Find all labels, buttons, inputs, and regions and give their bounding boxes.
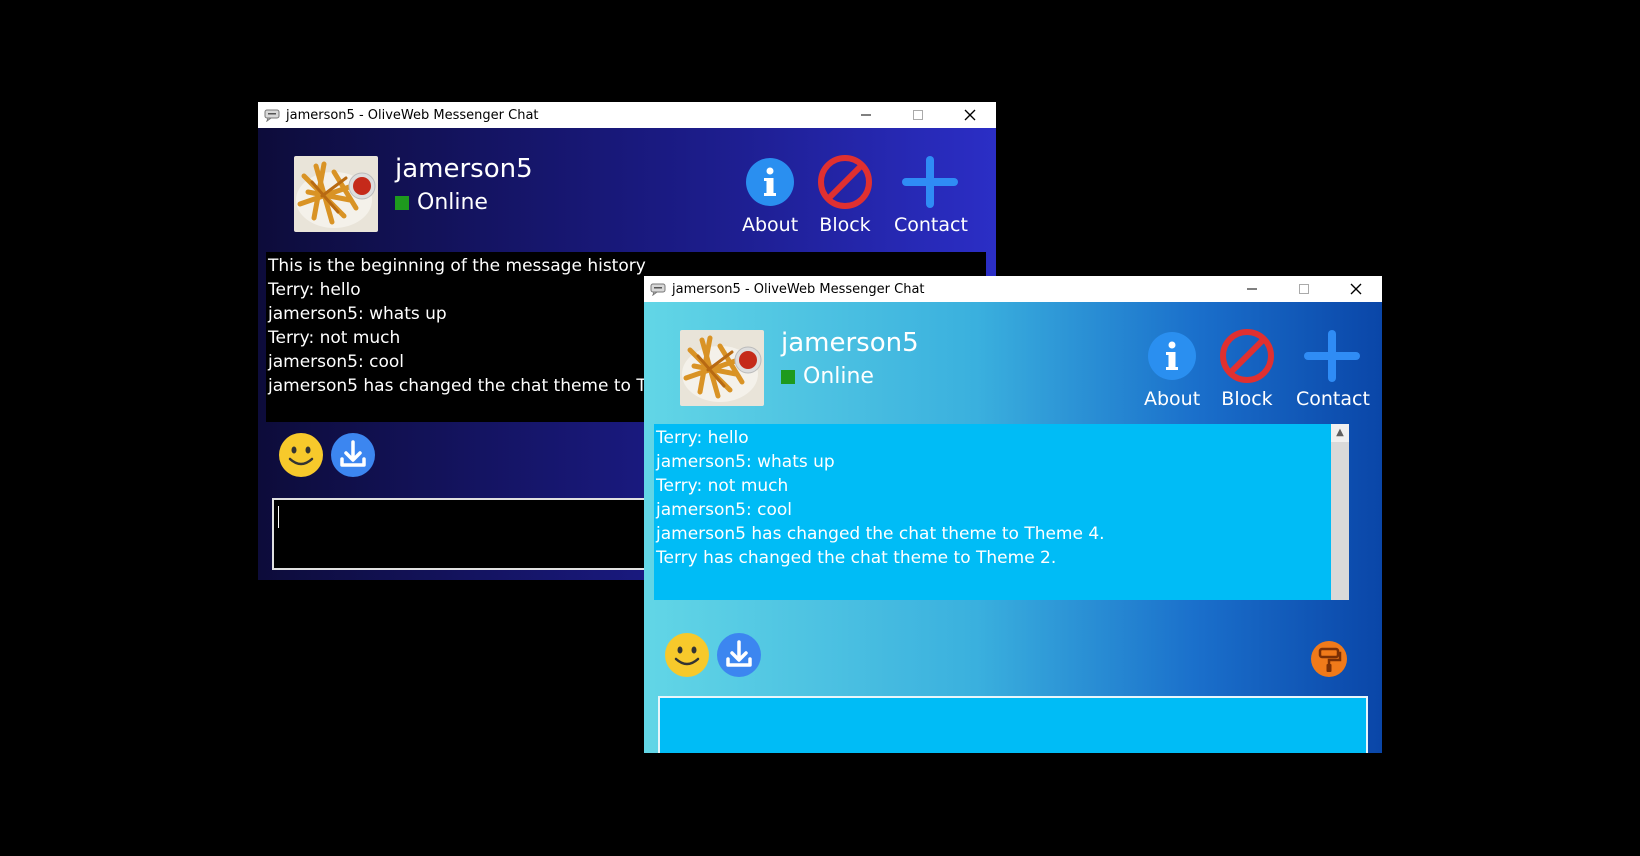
message: jamerson5: whats up [656,452,835,472]
block-label: Block [1221,388,1273,410]
plus-icon [902,156,958,208]
contact-label: Contact [894,214,968,236]
status-label: Online [803,364,874,389]
contact-status: Online [781,364,874,389]
avatar [680,330,764,406]
vertical-scrollbar[interactable]: ▲ [1331,424,1349,600]
minimize-button[interactable] [1226,276,1278,302]
block-button[interactable]: Block [816,155,874,236]
message-history[interactable]: Terry: hello jamerson5: whats up Terry: … [654,424,1349,600]
close-button[interactable] [944,102,996,128]
maximize-icon [913,110,923,120]
contact-button[interactable]: Contact [894,156,968,236]
online-indicator [781,369,795,384]
block-icon [818,155,872,209]
download-icon[interactable] [716,632,762,678]
message: This is the beginning of the message his… [268,256,646,276]
window-title: jamerson5 - OliveWeb Messenger Chat [672,281,925,297]
about-button[interactable]: About [1144,330,1200,410]
message-input[interactable] [658,696,1368,753]
block-label: Block [819,214,871,236]
status-label: Online [417,190,488,215]
text-caret [278,506,279,528]
info-icon [746,158,794,206]
smiley-icon[interactable] [664,632,710,678]
info-icon [1148,332,1196,380]
window-title: jamerson5 - OliveWeb Messenger Chat [286,107,539,123]
about-label: About [742,214,799,236]
contact-username: jamerson5 [781,328,919,358]
contact-username: jamerson5 [395,154,533,184]
title-bar[interactable]: jamerson5 - OliveWeb Messenger Chat [258,102,996,128]
contact-status: Online [395,190,488,215]
scroll-up-arrow-icon[interactable]: ▲ [1331,424,1349,442]
message: jamerson5: cool [656,500,792,520]
block-button[interactable]: Block [1218,329,1276,410]
block-icon [1220,329,1274,383]
download-icon[interactable] [330,432,376,478]
chat-bubble-icon [264,109,280,122]
chat-client-area: jamerson5 Online About Block Contact Ter… [644,302,1382,753]
message: jamerson5 has changed the chat theme to … [656,524,1105,544]
minimize-icon [1247,288,1257,290]
maximize-button[interactable] [892,102,944,128]
smiley-icon[interactable] [278,432,324,478]
online-indicator [395,195,409,210]
plus-icon [1304,330,1360,382]
close-button[interactable] [1330,276,1382,302]
title-bar[interactable]: jamerson5 - OliveWeb Messenger Chat [644,276,1382,302]
chat-window-front: jamerson5 - OliveWeb Messenger Chat jame… [644,276,1382,753]
maximize-icon [1299,284,1309,294]
contact-label: Contact [1296,388,1370,410]
minimize-icon [861,114,871,116]
contact-button[interactable]: Contact [1296,330,1370,410]
close-icon [1350,283,1362,295]
message: Terry: not much [656,476,789,496]
chat-bubble-icon [650,283,666,296]
message: Terry: hello [656,428,749,448]
close-icon [964,109,976,121]
minimize-button[interactable] [840,102,892,128]
paint-roller-icon[interactable] [1310,640,1348,678]
maximize-button[interactable] [1278,276,1330,302]
avatar [294,156,378,232]
message: Terry has changed the chat theme to Them… [656,548,1057,568]
about-button[interactable]: About [742,156,798,236]
about-label: About [1144,388,1201,410]
